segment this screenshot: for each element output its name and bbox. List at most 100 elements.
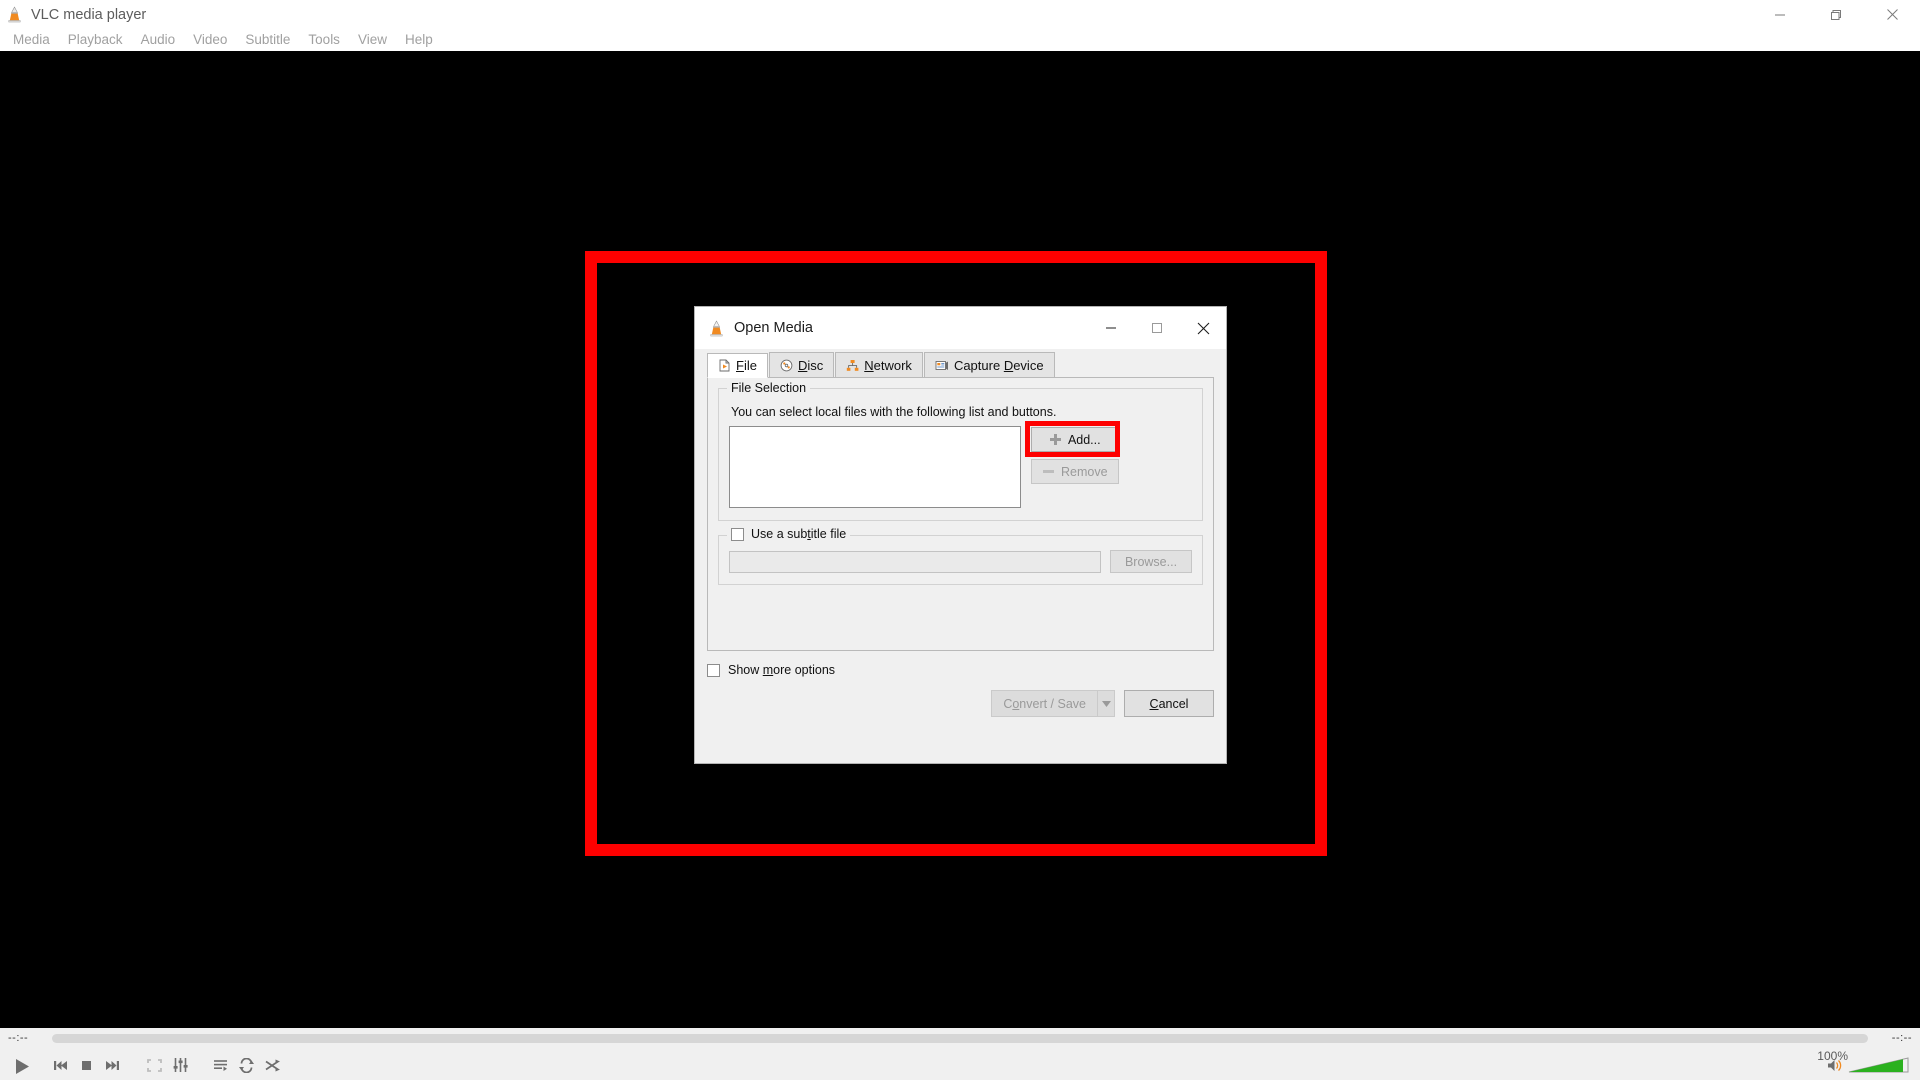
- main-titlebar: VLC media player: [0, 0, 1920, 29]
- vlc-cone-icon: [8, 6, 21, 23]
- window-controls: [1752, 0, 1920, 29]
- file-selection-title: File Selection: [727, 381, 811, 395]
- convert-save-split-button[interactable]: Convert / Save: [991, 690, 1115, 717]
- playlist-controls: [208, 1053, 284, 1077]
- app-title: VLC media player: [31, 6, 147, 23]
- tab-disc[interactable]: Disc: [768, 352, 835, 377]
- convert-save-dropdown-button[interactable]: [1097, 690, 1115, 717]
- dialog-title: Open Media: [734, 320, 813, 336]
- plus-icon: [1049, 434, 1061, 445]
- file-selection-group: File Selection You can select local file…: [718, 381, 1203, 521]
- menu-item-tools[interactable]: Tools: [299, 29, 349, 51]
- vlc-main-window: VLC media player Media Playback Audio Vi…: [0, 0, 1920, 1080]
- play-icon: [15, 1058, 29, 1074]
- dialog-minimize-button[interactable]: [1088, 307, 1134, 349]
- dialog-footer: Show more options Convert / Save Cancel: [707, 651, 1214, 717]
- menu-item-video[interactable]: Video: [184, 29, 236, 51]
- dialog-close-button[interactable]: [1180, 307, 1226, 349]
- browse-button-label: Browse...: [1124, 554, 1178, 569]
- shuffle-button[interactable]: [260, 1053, 284, 1077]
- next-button[interactable]: [100, 1053, 124, 1077]
- fullscreen-button[interactable]: [142, 1053, 166, 1077]
- show-more-options-label: Show more options: [728, 663, 836, 677]
- network-icon: [847, 359, 859, 371]
- view-controls: [142, 1053, 192, 1077]
- primary-controls: [4, 1053, 38, 1079]
- elapsed-time: --:--: [8, 1032, 29, 1044]
- tab-file[interactable]: File: [707, 353, 768, 378]
- cancel-button[interactable]: Cancel: [1124, 690, 1214, 717]
- use-subtitle-file-label: Use a subtitle file: [751, 527, 847, 541]
- tab-disc-label: Disc: [797, 357, 824, 373]
- chevron-down-icon: [1101, 700, 1111, 707]
- use-subtitle-file-checkbox[interactable]: [731, 527, 744, 541]
- close-button[interactable]: [1864, 0, 1920, 29]
- subtitle-path-row: Browse...: [729, 550, 1192, 573]
- show-more-options-checkbox[interactable]: [707, 663, 720, 677]
- volume-control[interactable]: 100%: [1817, 1049, 1910, 1080]
- menu-item-audio[interactable]: Audio: [132, 29, 185, 51]
- next-icon: [105, 1060, 119, 1070]
- control-bar: 100%: [0, 1049, 1920, 1080]
- restore-button[interactable]: [1808, 0, 1864, 29]
- dialog-window-controls: [1088, 307, 1226, 349]
- menu-item-view[interactable]: View: [349, 29, 396, 51]
- add-button-label: Add...: [1067, 432, 1101, 447]
- capture-device-icon: [935, 360, 948, 370]
- file-tab-page: File Selection You can select local file…: [707, 378, 1214, 651]
- file-selection-description: You can select local files with the foll…: [731, 405, 1057, 419]
- subtitle-path-input[interactable]: [729, 550, 1101, 573]
- tab-capture-device[interactable]: Capture Device: [923, 352, 1055, 377]
- shuffle-icon: [265, 1059, 280, 1071]
- minimize-button[interactable]: [1752, 0, 1808, 29]
- dialog-tabstrip: File Disc Network Capture Device: [707, 352, 1214, 378]
- add-button[interactable]: Add...: [1031, 427, 1119, 452]
- tab-network[interactable]: Network: [835, 352, 923, 377]
- minus-icon: [1043, 470, 1054, 473]
- file-icon: [719, 359, 730, 372]
- dialog-action-buttons: Convert / Save Cancel: [707, 690, 1214, 717]
- volume-slider[interactable]: [1848, 1057, 1910, 1074]
- show-more-options-row[interactable]: Show more options: [707, 663, 1214, 677]
- volume-label: 100%: [1817, 1049, 1848, 1063]
- stop-button[interactable]: [74, 1053, 98, 1077]
- tab-file-label: File: [736, 358, 757, 373]
- loop-button[interactable]: [234, 1053, 258, 1077]
- subtitle-group: Use a subtitle file Browse...: [718, 527, 1203, 585]
- dialog-titlebar: Open Media: [695, 307, 1226, 349]
- disc-icon: [780, 359, 793, 371]
- seek-strip: --:-- --:--: [0, 1028, 1920, 1051]
- menu-item-media[interactable]: Media: [4, 29, 59, 51]
- playlist-icon: [213, 1059, 227, 1071]
- fullscreen-icon: [146, 1058, 162, 1072]
- vlc-cone-icon: [710, 320, 723, 336]
- seek-slider[interactable]: [52, 1034, 1868, 1043]
- playlist-button[interactable]: [208, 1053, 232, 1077]
- transport-controls: [48, 1053, 124, 1077]
- convert-save-button[interactable]: Convert / Save: [991, 690, 1097, 717]
- cancel-button-label: Cancel: [1149, 696, 1189, 711]
- dialog-maximize-button[interactable]: [1134, 307, 1180, 349]
- file-selection-row: Add... Remove: [729, 421, 1192, 508]
- menu-item-subtitle[interactable]: Subtitle: [236, 29, 299, 51]
- total-time: --:--: [1891, 1032, 1912, 1044]
- menu-item-playback[interactable]: Playback: [59, 29, 132, 51]
- play-button[interactable]: [4, 1053, 38, 1079]
- file-selection-buttons: Add... Remove: [1025, 421, 1120, 508]
- extended-settings-button[interactable]: [168, 1053, 192, 1077]
- menubar: Media Playback Audio Video Subtitle Tool…: [0, 29, 1920, 51]
- use-subtitle-file-row[interactable]: Use a subtitle file: [727, 527, 851, 541]
- remove-button-label: Remove: [1061, 464, 1108, 479]
- remove-button[interactable]: Remove: [1031, 459, 1119, 484]
- equalizer-icon: [173, 1058, 188, 1072]
- browse-button[interactable]: Browse...: [1110, 550, 1192, 573]
- previous-button[interactable]: [48, 1053, 72, 1077]
- tab-network-label: Network: [864, 357, 912, 373]
- file-list[interactable]: [729, 426, 1021, 508]
- stop-icon: [81, 1060, 91, 1070]
- tab-capture-device-label: Capture Device: [953, 357, 1044, 373]
- previous-icon: [53, 1060, 67, 1070]
- convert-save-label: Convert / Save: [1003, 696, 1086, 711]
- menu-item-help[interactable]: Help: [396, 29, 442, 51]
- open-media-dialog: Open Media File Disc Network Capture Dev…: [694, 306, 1227, 764]
